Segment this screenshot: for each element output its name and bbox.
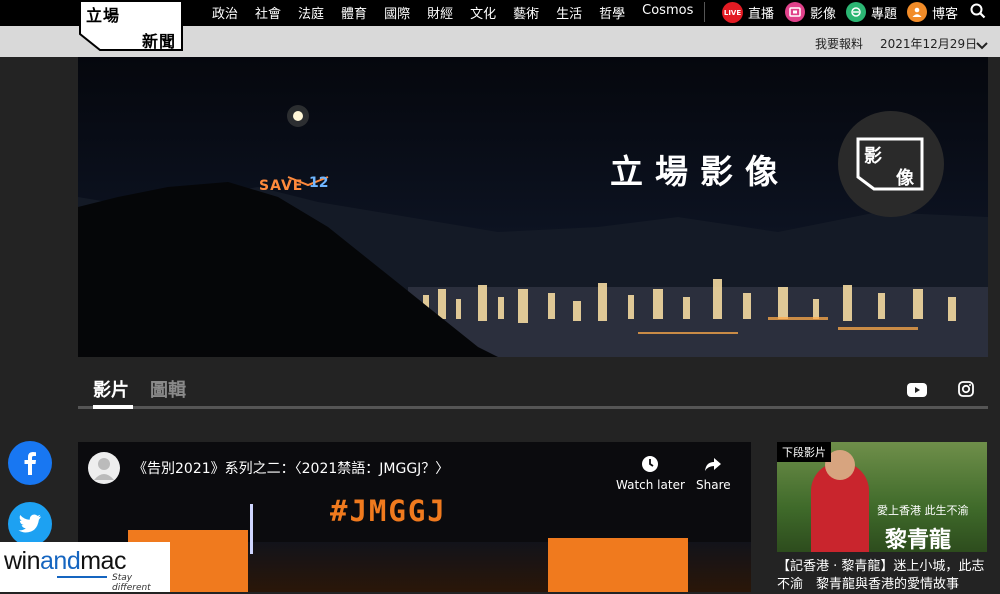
watermark-brand-c: mac [80, 547, 126, 575]
blog-icon [907, 2, 927, 22]
chevron-down-icon[interactable] [976, 36, 988, 55]
watch-later-button[interactable]: Watch later [616, 455, 685, 492]
nav-item-arts[interactable]: 藝術 [513, 3, 539, 22]
main-nav: 政治 社會 法庭 體育 國際 財經 文化 藝術 生活 哲學 Cosmos [212, 3, 710, 22]
nav-media-link[interactable]: 影像 [785, 2, 836, 22]
watermark-underline [57, 576, 107, 578]
nav-item-cosmos[interactable]: Cosmos [642, 3, 693, 22]
share-button[interactable]: Share [696, 455, 731, 492]
nav-item-politics[interactable]: 政治 [212, 3, 238, 22]
nav-item-sports[interactable]: 體育 [341, 3, 367, 22]
logo-text-line2: 新聞 [142, 32, 177, 51]
nav-divider [704, 2, 705, 22]
live-icon: LIVE [722, 2, 743, 23]
video-hashtag: #JMGGJ [330, 494, 447, 528]
logo-text-line1: 立場 [86, 6, 121, 25]
nav-item-life[interactable]: 生活 [556, 3, 582, 22]
media-icon [785, 2, 805, 22]
next-video-thumbnail[interactable]: 愛上香港 此生不渝 黎青龍 下段影片 [777, 442, 987, 552]
nav-topics-label: 專題 [871, 6, 898, 22]
clock-icon [642, 456, 659, 472]
hero-title: 立場影像 [610, 152, 790, 191]
video-graphic-block-right [548, 538, 688, 592]
content-tabs: 影片 圖輯 [78, 372, 988, 410]
nav-item-finance[interactable]: 財經 [427, 3, 453, 22]
nav-item-international[interactable]: 國際 [384, 3, 410, 22]
active-tab-indicator [93, 405, 133, 409]
watermark-tagline: Stay different [112, 573, 151, 593]
search-icon[interactable] [970, 3, 986, 23]
nav-blog-link[interactable]: 博客 [907, 2, 958, 22]
hero-banner: SAVE 12 立場影像 影 像 [78, 57, 988, 357]
nav-topics-link[interactable]: 專題 [846, 2, 897, 22]
nav-item-philosophy[interactable]: 哲學 [599, 3, 625, 22]
next-video-label: 下段影片 [777, 442, 831, 462]
thumbnail-name: 黎青龍 [885, 527, 952, 552]
topics-icon [846, 2, 866, 22]
share-label: Share [696, 478, 731, 492]
winandmac-watermark: winandmac Stay different [0, 542, 170, 593]
badge-text-2: 像 [896, 168, 914, 189]
facebook-icon [24, 452, 36, 475]
watermark-brand: winandmac [4, 547, 126, 576]
video-title[interactable]: 《告別2021》系列之二：〈2021禁語：JMGGJ？〉 [133, 458, 449, 478]
report-news-link[interactable]: 我要報料 [815, 35, 863, 52]
save-sign-text: SAVE [259, 178, 304, 194]
twitter-share-button[interactable] [8, 502, 52, 546]
tab-galleries[interactable]: 圖輯 [150, 376, 186, 402]
youtube-icon[interactable] [907, 382, 927, 401]
nav-blog-label: 博客 [932, 6, 959, 22]
share-icon [705, 458, 722, 471]
video-player[interactable]: #JMGGJ 《告別2021》系列之二：〈2021禁語：JMGGJ？〉 Watc… [78, 442, 751, 592]
nav-item-court[interactable]: 法庭 [298, 3, 324, 22]
next-video-title[interactable]: 【記香港 · 黎青龍】迷上小城，此志不渝 黎青龍與香港的愛情故事 [777, 558, 987, 594]
nav-item-culture[interactable]: 文化 [470, 3, 496, 22]
facebook-share-button[interactable] [8, 441, 52, 485]
nav-live-label: 直播 [748, 7, 775, 22]
nav-media-label: 影像 [810, 6, 837, 22]
video-tower-graphic [250, 504, 253, 554]
sign-number-text: 12 [309, 175, 329, 191]
nav-live-link[interactable]: LIVE 直播 [722, 2, 774, 23]
watch-later-label: Watch later [616, 478, 685, 492]
date-selector[interactable]: 2021年12月29日 [880, 35, 977, 52]
site-logo[interactable]: 立場 新聞 [78, 0, 184, 52]
twitter-icon [18, 514, 41, 533]
watermark-brand-b: and [40, 547, 81, 575]
tab-divider [78, 406, 988, 409]
next-video-card[interactable]: 愛上香港 此生不渝 黎青龍 下段影片 【記香港 · 黎青龍】迷上小城，此志不渝 … [777, 442, 987, 592]
media-badge-logo: 影 像 [838, 111, 944, 217]
instagram-icon[interactable] [958, 381, 974, 401]
tab-videos[interactable]: 影片 [93, 376, 129, 402]
watermark-brand-a: win [4, 547, 41, 575]
thumbnail-caption: 愛上香港 此生不渝 [877, 504, 969, 517]
channel-avatar[interactable] [88, 452, 120, 484]
nav-item-society[interactable]: 社會 [255, 3, 281, 22]
badge-text-1: 影 [864, 146, 882, 167]
